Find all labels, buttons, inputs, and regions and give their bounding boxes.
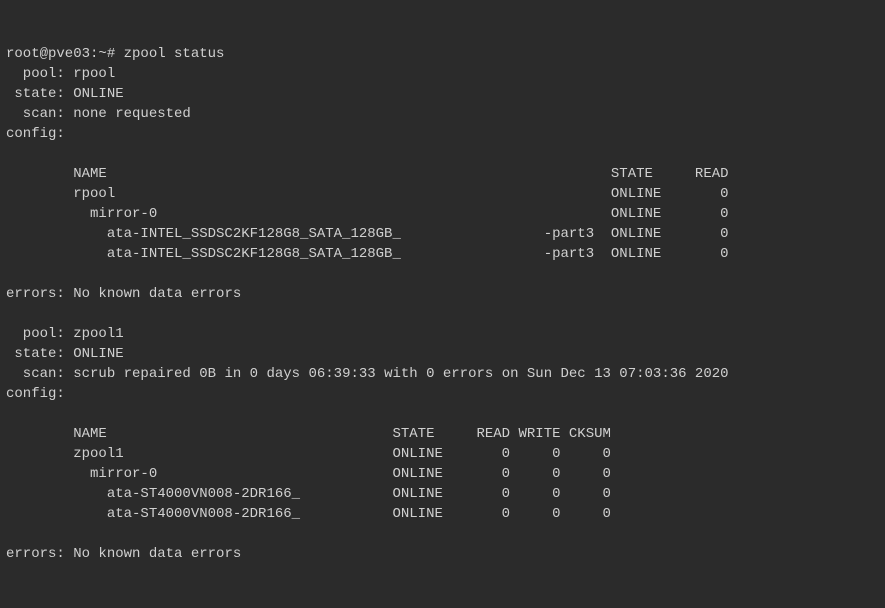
config-label: config: (6, 126, 65, 142)
pool-name: rpool (73, 66, 115, 82)
shell-prompt: root@pve03:~# (6, 46, 124, 62)
shell-command: zpool status (124, 46, 225, 62)
config-label: config: (6, 386, 65, 402)
config-row: mirror-0 ONLINE 0 0 0 (6, 466, 611, 482)
config-row: zpool1 ONLINE 0 0 0 (6, 446, 611, 462)
scan-value: scrub repaired 0B in 0 days 06:39:33 wit… (73, 366, 728, 382)
errors-value: No known data errors (73, 286, 241, 302)
scan-value: none requested (73, 106, 191, 122)
scan-label: scan: (6, 106, 73, 122)
state-value: ONLINE (73, 346, 123, 362)
state-label: state: (6, 86, 73, 102)
config-row: rpool ONLINE 0 (6, 186, 729, 202)
pool-label: pool: (6, 66, 73, 82)
config-row: ata-INTEL_SSDSC2KF128G8_SATA_128GB_ -par… (6, 246, 729, 262)
config-headers: NAME STATE READ (6, 166, 737, 182)
errors-label: errors: (6, 286, 73, 302)
errors-label: errors: (6, 546, 73, 562)
pool-name: zpool1 (73, 326, 123, 342)
config-row: ata-ST4000VN008-2DR166_ ONLINE 0 0 0 (6, 506, 611, 522)
config-headers: NAME STATE READ WRITE CKSUM (6, 426, 611, 442)
scan-label: scan: (6, 366, 73, 382)
config-row: ata-ST4000VN008-2DR166_ ONLINE 0 0 0 (6, 486, 611, 502)
config-row: mirror-0 ONLINE 0 (6, 206, 729, 222)
pool-label: pool: (6, 326, 73, 342)
config-row: ata-INTEL_SSDSC2KF128G8_SATA_128GB_ -par… (6, 226, 729, 242)
state-value: ONLINE (73, 86, 123, 102)
errors-value: No known data errors (73, 546, 241, 562)
state-label: state: (6, 346, 73, 362)
